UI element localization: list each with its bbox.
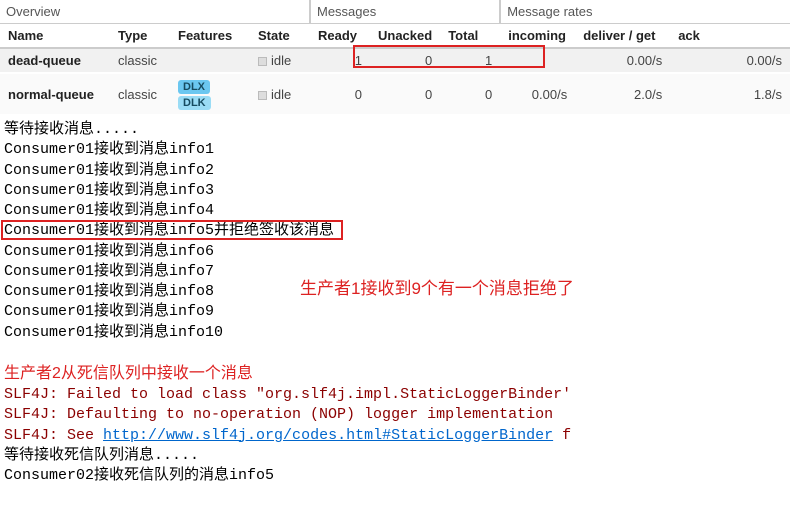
queue-ready: 1 (310, 48, 370, 73)
queue-type: classic (110, 48, 170, 73)
col-name[interactable]: Name (0, 24, 110, 49)
queue-state: idle (250, 73, 310, 115)
col-features[interactable]: Features (170, 24, 250, 49)
log-line: Consumer02接收死信队列的消息info5 (4, 467, 274, 484)
log-line: Consumer01接收到消息info6 (4, 243, 214, 260)
queue-total: 0 (440, 73, 500, 115)
log-line: Consumer01接收到消息info5并拒绝签收该消息 (4, 222, 334, 239)
queue-ack: 0.00/s (670, 48, 790, 73)
col-deliverget[interactable]: deliver / get (575, 24, 670, 49)
queue-type: classic (110, 73, 170, 115)
section-overview: Overview (0, 0, 310, 24)
annotation-text-1: 生产者1接收到9个有一个消息拒绝了 (300, 274, 574, 299)
console-1-wrap: 等待接收消息..... Consumer01接收到消息info1 Consume… (0, 116, 790, 347)
column-header-row: Name Type Features State Ready Unacked T… (0, 24, 790, 49)
queue-name-link[interactable]: dead-queue (0, 48, 110, 73)
log-line: 等待接收死信队列消息..... (4, 447, 199, 464)
col-incoming[interactable]: incoming (500, 24, 575, 49)
console-output-2: 生产者2从死信队列中接收一个消息 SLF4J: Failed to load c… (0, 359, 790, 491)
log-line: Consumer01接收到消息info8 (4, 283, 214, 300)
queue-deliverget: 0.00/s (575, 48, 670, 73)
queue-incoming: 0.00/s (500, 73, 575, 115)
col-type[interactable]: Type (110, 24, 170, 49)
col-total[interactable]: Total (440, 24, 500, 49)
queue-ack: 1.8/s (670, 73, 790, 115)
slf4j-link[interactable]: http://www.slf4j.org/codes.html#StaticLo… (103, 427, 553, 444)
feature-tag-dlx: DLX (178, 80, 210, 94)
queue-name-link[interactable]: normal-queue (0, 73, 110, 115)
log-line: Consumer01接收到消息info3 (4, 182, 214, 199)
queue-deliverget: 2.0/s (575, 73, 670, 115)
slf4j-line: SLF4J: Failed to load class "org.slf4j.i… (4, 386, 571, 403)
log-line: Consumer01接收到消息info9 (4, 303, 214, 320)
queue-unacked: 0 (370, 48, 440, 73)
col-state[interactable]: State (250, 24, 310, 49)
log-line: 等待接收消息..... (4, 121, 139, 138)
log-line: Consumer01接收到消息info4 (4, 202, 214, 219)
queues-table-wrap: Overview Messages Message rates Name Typ… (0, 0, 790, 116)
queue-incoming (500, 48, 575, 73)
queue-unacked: 0 (370, 73, 440, 115)
queue-state: idle (250, 48, 310, 73)
queue-features: DLX DLK (170, 73, 250, 115)
state-idle-icon (258, 57, 267, 66)
section-messages: Messages (310, 0, 500, 24)
state-idle-icon (258, 91, 267, 100)
queue-ready: 0 (310, 73, 370, 115)
slf4j-line: SLF4J: See http://www.slf4j.org/codes.ht… (4, 427, 571, 444)
feature-tag-dlk: DLK (178, 96, 211, 110)
log-line: Consumer01接收到消息info10 (4, 324, 223, 341)
table-row: dead-queue classic idle 1 0 1 0.00/s 0.0… (0, 48, 790, 73)
console-output-1: 等待接收消息..... Consumer01接收到消息info1 Consume… (0, 116, 790, 347)
col-ack[interactable]: ack (670, 24, 790, 49)
log-line: Consumer01接收到消息info7 (4, 263, 214, 280)
annotation-text-2: 生产者2从死信队列中接收一个消息 (4, 365, 253, 382)
col-unacked[interactable]: Unacked (370, 24, 440, 49)
table-row: normal-queue classic DLX DLK idle 0 0 0 0… (0, 73, 790, 115)
log-line: Consumer01接收到消息info2 (4, 162, 214, 179)
log-line: Consumer01接收到消息info1 (4, 141, 214, 158)
queues-table: Overview Messages Message rates Name Typ… (0, 0, 790, 116)
section-header-row: Overview Messages Message rates (0, 0, 790, 24)
section-rates: Message rates (500, 0, 790, 24)
slf4j-line: SLF4J: Defaulting to no-operation (NOP) … (4, 406, 553, 423)
col-ready[interactable]: Ready (310, 24, 370, 49)
queue-total: 1 (440, 48, 500, 73)
queue-features (170, 48, 250, 73)
